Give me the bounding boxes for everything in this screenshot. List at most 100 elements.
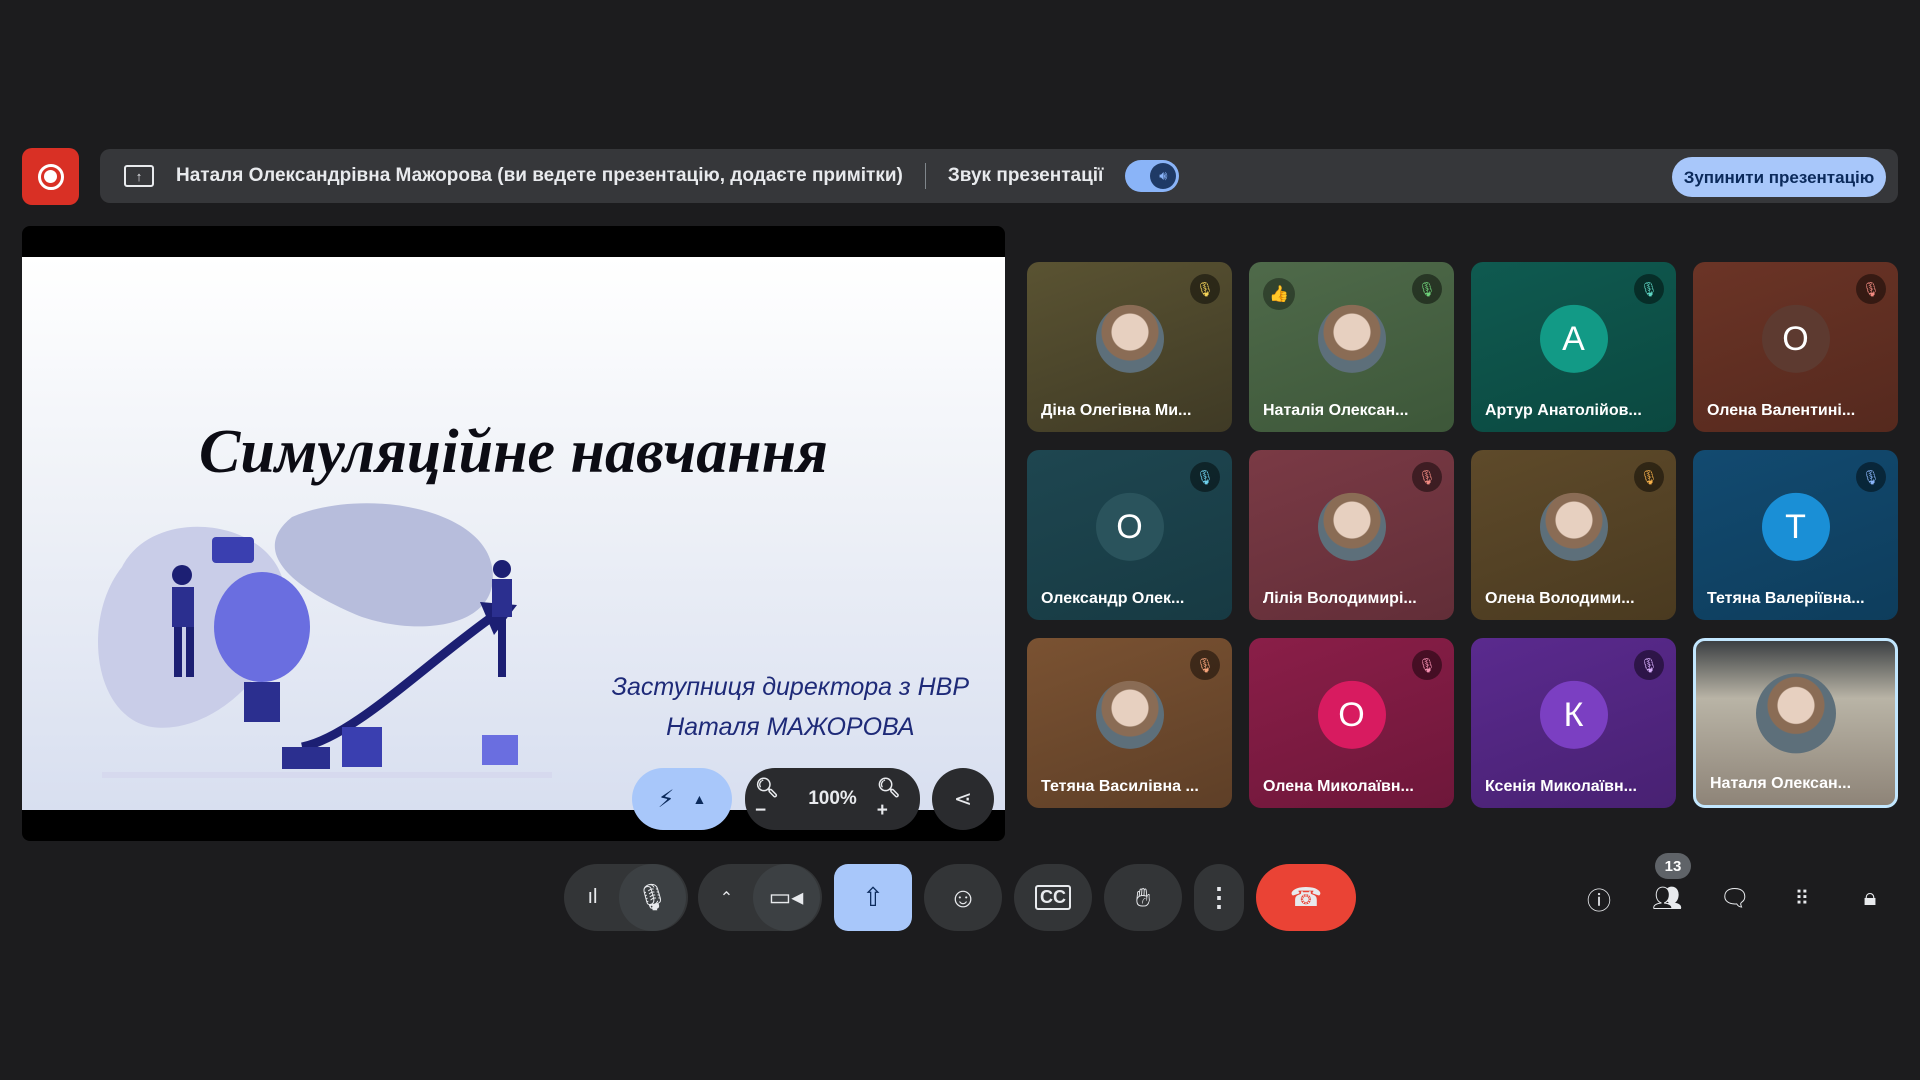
participant-tile[interactable]: 🎙 Лілія Володимирі... xyxy=(1249,450,1454,620)
slide-author-role: Заступниця директора з НВР xyxy=(611,673,969,701)
zoom-out-icon[interactable]: 🔍︎− xyxy=(755,776,788,822)
participant-name: Наталя Олексан... xyxy=(1710,775,1852,792)
recording-button[interactable] xyxy=(22,148,79,205)
participant-tile[interactable]: 🎙 Тетяна Василівна ... xyxy=(1027,638,1232,808)
laser-pointer-icon: ⚡︎ xyxy=(657,785,675,813)
activities-button[interactable]: ⠿ xyxy=(1780,876,1824,920)
presenter-status: Наталя Олександрівна Мажорова (ви ведете… xyxy=(176,165,903,186)
participant-avatar: Т xyxy=(1761,492,1830,561)
participant-name: Артур Анатолійов... xyxy=(1485,402,1642,419)
participant-avatar xyxy=(1539,492,1608,561)
reactions-button[interactable]: ☺ xyxy=(924,864,1002,931)
more-vert-icon: ⋮ xyxy=(1206,882,1232,912)
thumbs-up-icon: 👍 xyxy=(1263,278,1295,310)
stop-presentation-button[interactable]: Зупинити презентацію xyxy=(1672,157,1886,197)
captions-icon: CC xyxy=(1035,885,1071,910)
mic-button[interactable]: 🎙 xyxy=(618,864,686,931)
chat-button[interactable]: 🗨︎ xyxy=(1713,876,1757,920)
more-options-button[interactable]: ⋮ xyxy=(1194,864,1244,931)
leave-call-button[interactable]: ☎︎ xyxy=(1256,864,1356,931)
participant-avatar: О xyxy=(1317,680,1386,749)
participant-tile[interactable]: К 🎙 Ксенія Миколаївн... xyxy=(1471,638,1676,808)
mic-off-icon: 🎙 xyxy=(1412,274,1442,304)
chat-icon: 🗨︎ xyxy=(1719,884,1751,912)
participant-name: Лілія Володимирі... xyxy=(1263,590,1417,607)
participant-name: Ксенія Миколаївн... xyxy=(1485,778,1637,795)
camera-button[interactable]: ▭◂ xyxy=(752,864,820,931)
zoom-level: 100% xyxy=(808,788,857,809)
slide-title: Симуляційне навчання xyxy=(199,418,828,486)
camera-group: ⌃ ▭◂ xyxy=(698,864,822,931)
participant-tile[interactable]: 👍 🎙 Наталія Олексан... xyxy=(1249,262,1454,432)
mic-off-icon: 🎙 xyxy=(1190,274,1220,304)
participant-avatar: О xyxy=(1095,492,1164,561)
share-button[interactable]: ⋖ xyxy=(932,768,994,830)
participant-avatar xyxy=(1317,492,1386,561)
hand-icon: ✋︎ xyxy=(1135,881,1151,912)
present-screen-icon: ↑ xyxy=(124,165,154,187)
participant-name: Діна Олегівна Ми... xyxy=(1041,402,1192,419)
share-icon: ⋖ xyxy=(953,786,973,811)
participant-avatar: А xyxy=(1539,304,1608,373)
mic-off-icon: 🎙 xyxy=(1634,274,1664,304)
participant-count-badge: 13 xyxy=(1655,853,1691,879)
participant-tile[interactable]: О 🎙 Олександр Олек... xyxy=(1027,450,1232,620)
meeting-info-button[interactable]: ⓘ xyxy=(1577,876,1621,920)
participant-name: Тетяна Валеріївна... xyxy=(1707,590,1865,607)
people-button[interactable]: 👥︎ xyxy=(1645,876,1689,920)
laser-pointer-button[interactable]: ⚡︎ ▲ xyxy=(632,768,732,830)
participant-name: Наталія Олексан... xyxy=(1263,402,1409,419)
participant-name: Олександр Олек... xyxy=(1041,590,1185,607)
emoji-icon: ☺ xyxy=(948,881,978,913)
participant-avatar: О xyxy=(1761,304,1830,373)
chevron-up-icon[interactable]: ⌃ xyxy=(701,888,753,908)
presentation-sound-label: Звук презентації xyxy=(947,165,1104,186)
participant-tile[interactable]: О 🎙 Олена Валентині... xyxy=(1693,262,1898,432)
participant-tile[interactable]: А 🎙 Артур Анатолійов... xyxy=(1471,262,1676,432)
mic-off-icon: 🎙 xyxy=(1412,462,1442,492)
chevron-up-icon: ▲ xyxy=(692,791,707,807)
slide-illustration xyxy=(98,503,552,778)
zoom-controls: 🔍︎− 100% 🔍︎+ xyxy=(745,768,920,830)
present-screen-icon: ⇧ xyxy=(862,882,884,912)
mic-off-icon: 🎙 xyxy=(1856,462,1886,492)
participant-avatar: К xyxy=(1539,680,1608,749)
participant-tile[interactable]: 🎙 Олена Володими... xyxy=(1471,450,1676,620)
presentation-slide: Симуляційне навчання Заступниця директор… xyxy=(22,257,1005,810)
mic-off-icon: 🎙 xyxy=(1856,274,1886,304)
record-icon xyxy=(37,163,64,190)
participant-name: Олена Володими... xyxy=(1485,590,1635,607)
slide-author: Заступниця директора з НВР Наталя МАЖОРО… xyxy=(612,667,969,747)
present-screen-button[interactable]: ⇧ xyxy=(834,864,912,931)
participant-tile[interactable]: 🎙 Діна Олегівна Ми... xyxy=(1027,262,1232,432)
zoom-in-icon[interactable]: 🔍︎+ xyxy=(877,776,910,822)
mic-off-icon: 🎙 xyxy=(1190,650,1220,680)
people-icon: 👥︎ xyxy=(1651,884,1683,912)
lock-person-icon: 🔒︎ xyxy=(1863,884,1877,911)
info-icon: ⓘ xyxy=(1587,887,1611,915)
participant-name: Тетяна Василівна ... xyxy=(1041,778,1199,795)
presentation-banner: ↑ Наталя Олександрівна Мажорова (ви веде… xyxy=(100,149,1898,203)
participant-tile[interactable]: О 🎙 Олена Миколаївн... xyxy=(1249,638,1454,808)
host-controls-button[interactable]: 🔒︎ xyxy=(1848,876,1892,920)
mic-group: ıl 🎙 xyxy=(564,864,688,931)
self-video xyxy=(1755,673,1836,754)
participant-tile[interactable]: Т 🎙 Тетяна Валеріївна... xyxy=(1693,450,1898,620)
speaker-icon: 🔊︎ xyxy=(1150,163,1177,189)
presentation-sound-toggle[interactable]: 🔊︎ xyxy=(1125,160,1180,192)
self-view-tile[interactable]: Наталя Олексан... xyxy=(1693,638,1898,808)
participant-avatar xyxy=(1317,304,1386,373)
banner-divider xyxy=(924,163,926,189)
mic-off-icon: 🎙 xyxy=(1634,650,1664,680)
participant-name: Олена Миколаївн... xyxy=(1263,778,1414,795)
slide-author-name: Наталя МАЖОРОВА xyxy=(666,713,915,741)
audio-levels-icon[interactable]: ıl xyxy=(567,886,619,909)
participant-name: Олена Валентині... xyxy=(1707,402,1856,419)
mic-off-icon: 🎙 xyxy=(1412,650,1442,680)
captions-button[interactable]: CC xyxy=(1014,864,1092,931)
raise-hand-button[interactable]: ✋︎ xyxy=(1104,864,1182,931)
phone-hangup-icon: ☎︎ xyxy=(1289,882,1323,912)
mic-off-icon: 🎙 xyxy=(1634,462,1664,492)
apps-grid-icon: ⠿ xyxy=(1794,887,1810,910)
participant-avatar xyxy=(1095,304,1164,373)
